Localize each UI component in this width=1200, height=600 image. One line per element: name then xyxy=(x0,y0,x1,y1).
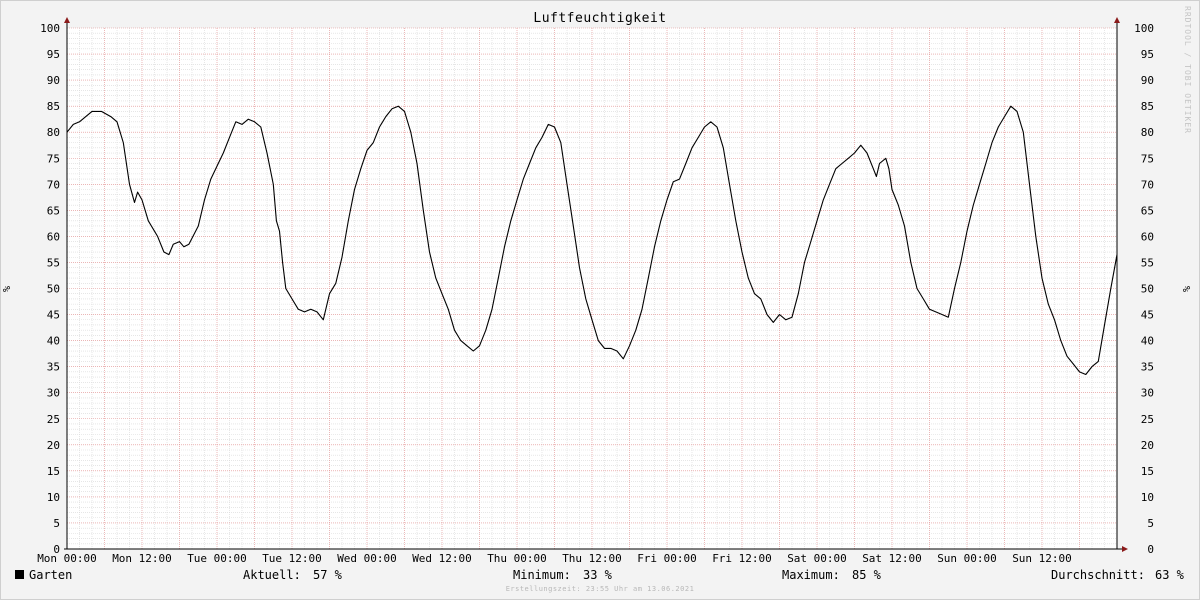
y-axis-arrow-left xyxy=(64,17,70,23)
y-tick-label-right: 90 xyxy=(1141,74,1154,87)
y-axis-label-right: % xyxy=(1182,286,1193,292)
y-tick-label-right: 95 xyxy=(1141,48,1154,61)
y-tick-label-left: 30 xyxy=(47,387,60,400)
x-tick-label: Wed 12:00 xyxy=(412,552,472,565)
y-tick-label-right: 10 xyxy=(1141,491,1154,504)
x-tick-label: Thu 12:00 xyxy=(562,552,622,565)
y-tick-label-right: 35 xyxy=(1141,361,1154,374)
y-tick-label-right: 80 xyxy=(1141,126,1154,139)
x-tick-label: Tue 12:00 xyxy=(262,552,322,565)
y-tick-label-left: 35 xyxy=(47,361,60,374)
grid xyxy=(66,27,1118,550)
creation-timestamp: Erstellungszeit: 23:55 Uhr am 13.06.2021 xyxy=(505,585,695,593)
y-tick-label-right: 50 xyxy=(1141,283,1154,296)
y-tick-label-right: 25 xyxy=(1141,413,1154,426)
y-tick-label-left: 15 xyxy=(47,465,60,478)
x-tick-label: Sun 00:00 xyxy=(937,552,997,565)
x-tick-label: Sat 00:00 xyxy=(787,552,847,565)
y-tick-label-left: 25 xyxy=(47,413,60,426)
y-tick-label-right: 0 xyxy=(1147,543,1154,556)
legend-max-label: Maximum: xyxy=(782,568,840,582)
legend-current-value: 57 % xyxy=(313,568,342,582)
y-tick-label-left: 85 xyxy=(47,100,60,113)
y-tick-label-left: 5 xyxy=(53,517,60,530)
x-tick-label: Wed 00:00 xyxy=(337,552,397,565)
x-axis-arrow xyxy=(1122,546,1128,552)
y-tick-label-left: 75 xyxy=(47,152,60,165)
y-tick-label-left: 60 xyxy=(47,230,60,243)
legend-min-value: 33 % xyxy=(583,568,612,582)
y-tick-label-left: 50 xyxy=(47,283,60,296)
y-tick-label-right: 40 xyxy=(1141,335,1154,348)
y-tick-label-right: 65 xyxy=(1141,204,1154,217)
y-tick-label-left: 65 xyxy=(47,204,60,217)
x-tick-label: Fri 12:00 xyxy=(712,552,772,565)
y-tick-label-right: 85 xyxy=(1141,100,1154,113)
legend-min-label: Minimum: xyxy=(513,568,571,582)
legend-series-name: Garten xyxy=(29,568,73,582)
x-tick-label: Fri 00:00 xyxy=(637,552,697,565)
y-tick-label-right: 30 xyxy=(1141,387,1154,400)
x-tick-label: Thu 00:00 xyxy=(487,552,547,565)
legend-current-label: Aktuell: xyxy=(243,568,301,582)
y-tick-label-left: 10 xyxy=(47,491,60,504)
x-tick-label: Mon 12:00 xyxy=(112,552,172,565)
y-axis-arrow-right xyxy=(1114,17,1120,23)
y-tick-label-left: 55 xyxy=(47,256,60,269)
y-tick-label-left: 90 xyxy=(47,74,60,87)
y-tick-label-right: 45 xyxy=(1141,309,1154,322)
y-tick-label-right: 55 xyxy=(1141,256,1154,269)
y-axis-label-left: % xyxy=(2,286,13,292)
y-tick-label-left: 40 xyxy=(47,335,60,348)
y-tick-label-right: 75 xyxy=(1141,152,1154,165)
y-tick-label-right: 5 xyxy=(1147,517,1154,530)
legend: Garten Aktuell: 57 % Minimum: 33 % Maxim… xyxy=(0,566,1200,584)
legend-avg-value: 63 % xyxy=(1155,568,1184,582)
y-tick-label-right: 20 xyxy=(1141,439,1154,452)
x-tick-label: Sat 12:00 xyxy=(862,552,922,565)
y-tick-label-left: 45 xyxy=(47,309,60,322)
humidity-chart: 0 05 510 1015 1520 2025 2530 3035 3540 4045 4550 50… xyxy=(2,17,1193,565)
y-tick-label-left: 100 xyxy=(40,22,60,35)
y-tick-label-right: 70 xyxy=(1141,178,1154,191)
y-tick-label-right: 60 xyxy=(1141,230,1154,243)
y-tick-label-right: 15 xyxy=(1141,465,1154,478)
x-tick-label: Mon 00:00 xyxy=(37,552,97,565)
y-tick-label-left: 70 xyxy=(47,178,60,191)
y-tick-label-left: 95 xyxy=(47,48,60,61)
x-tick-label: Sun 12:00 xyxy=(1012,552,1072,565)
x-tick-label: Tue 00:00 xyxy=(187,552,247,565)
legend-avg-label: Durchschnitt: xyxy=(1051,568,1145,582)
y-tick-label-left: 20 xyxy=(47,439,60,452)
y-tick-label-left: 80 xyxy=(47,126,60,139)
legend-max-value: 85 % xyxy=(852,568,881,582)
y-tick-label-right: 100 xyxy=(1134,22,1154,35)
